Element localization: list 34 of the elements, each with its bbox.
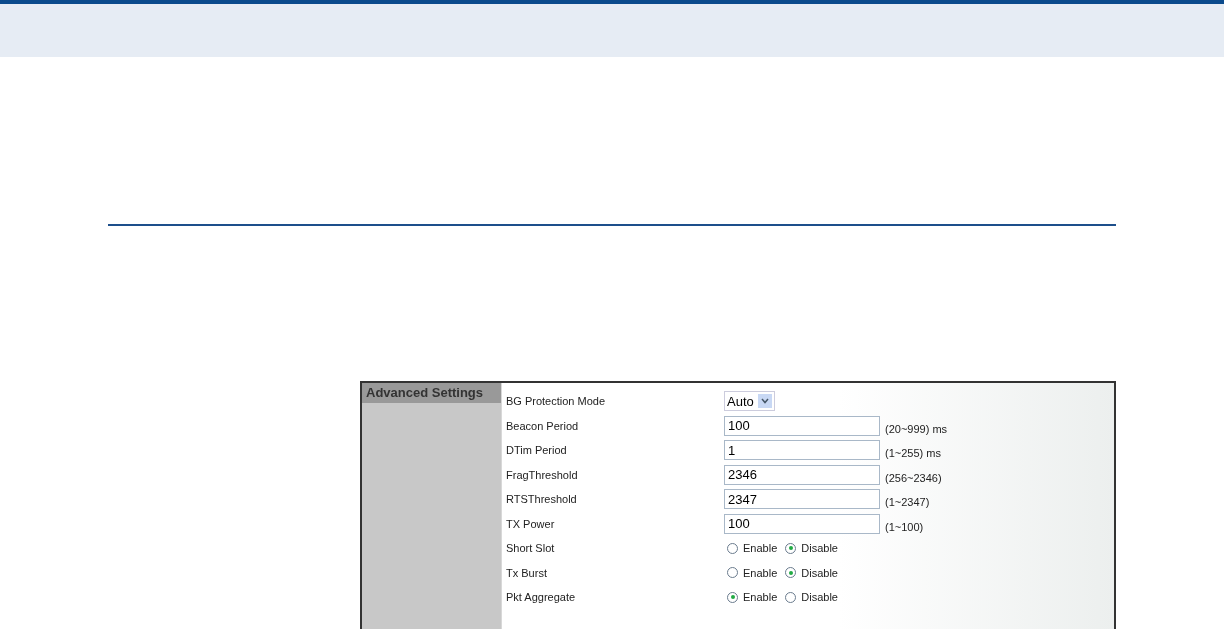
input-field[interactable]: 2346 (724, 464, 880, 485)
input-field[interactable]: 100 (724, 415, 880, 436)
range-hint: (1~2347) (885, 496, 930, 509)
input-field[interactable]: 2347 (724, 489, 880, 510)
field-label: TX Power (506, 517, 556, 530)
radio-option[interactable]: Disable (785, 542, 838, 555)
range-hint: (1~100) (885, 520, 924, 533)
radio-option[interactable]: Disable (785, 566, 838, 579)
field-label: RTSThreshold (506, 493, 578, 506)
radio-option[interactable]: Enable (727, 542, 778, 555)
input-field[interactable]: 1 (724, 440, 880, 461)
field-label: DTim Period (506, 444, 568, 457)
field-label: BG Protection Mode (506, 395, 607, 408)
radio-icon[interactable] (727, 591, 738, 603)
range-hint: (256~2346) (885, 471, 942, 484)
field-label: Tx Burst (506, 566, 548, 579)
dropdown[interactable]: Auto (724, 391, 775, 412)
radio-icon[interactable] (785, 542, 797, 554)
field-label: Beacon Period (506, 419, 580, 432)
input-field[interactable]: 100 (724, 513, 880, 534)
range-hint: (20~999) ms (885, 422, 948, 435)
caret-icon (757, 394, 772, 409)
panel-title: Advanced Settings (362, 383, 501, 403)
radio-icon[interactable] (727, 567, 738, 579)
field-label: Pkt Aggregate (506, 591, 577, 604)
field-label: Short Slot (506, 542, 556, 555)
radio-option[interactable]: Disable (785, 591, 838, 604)
radio-option[interactable]: Enable (727, 566, 778, 579)
radio-option[interactable]: Enable (727, 591, 778, 604)
radio-icon[interactable] (785, 567, 797, 579)
range-hint: (1~255) ms (885, 447, 941, 460)
radio-icon[interactable] (727, 542, 738, 554)
field-label: FragThreshold (506, 468, 579, 481)
radio-icon[interactable] (785, 591, 797, 603)
